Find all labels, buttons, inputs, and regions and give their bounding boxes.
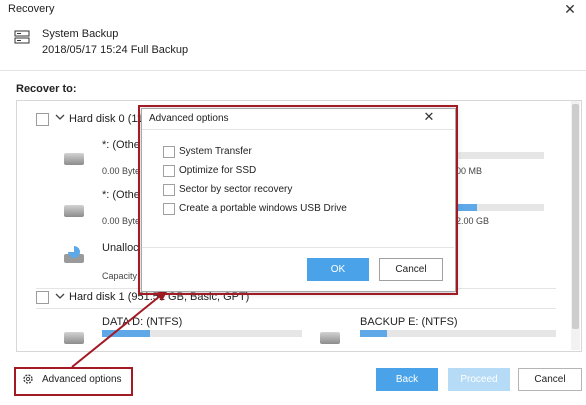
highlight-box-dialog	[138, 105, 458, 295]
